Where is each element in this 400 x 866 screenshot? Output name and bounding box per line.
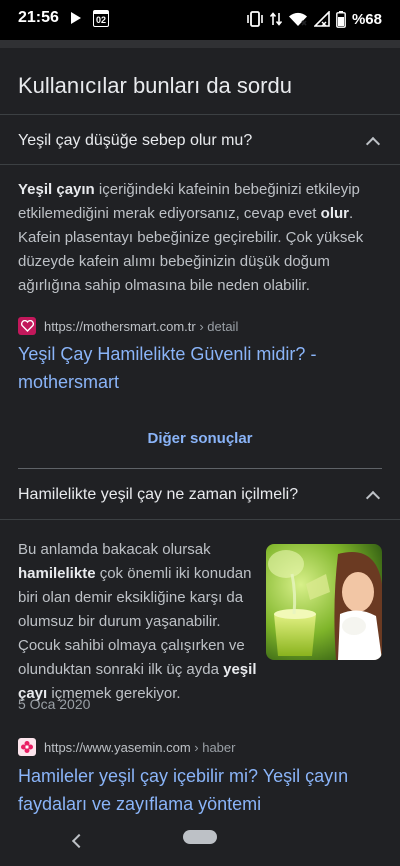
battery-icon xyxy=(336,10,346,28)
flower-favicon-icon xyxy=(18,738,36,756)
play-icon xyxy=(71,12,81,24)
result-link-1[interactable]: Yeşil Çay Hamilelikte Güvenli midir? - m… xyxy=(18,340,382,396)
source-1-crumb: › detail xyxy=(195,318,239,334)
question-1[interactable]: Yeşil çay düşüğe sebep olur mu? xyxy=(18,128,382,154)
answer-1-segment: Yeşil çayın xyxy=(18,181,95,198)
search-results-page: Kullanıcılar bunları da sordu Yeşil çay … xyxy=(0,40,400,826)
source-2-url: https://www.yasemin.com xyxy=(44,739,191,755)
calendar-icon: 02 xyxy=(93,10,109,27)
answer-1: Yeşil çayın içeriğindeki kafeinin bebeği… xyxy=(18,178,380,298)
question-2[interactable]: Hamilelikte yeşil çay ne zaman içilmeli? xyxy=(18,482,382,508)
chevron-up-icon[interactable] xyxy=(365,136,381,152)
navigation-bar xyxy=(0,826,400,866)
calendar-day: 02 xyxy=(95,15,106,25)
divider xyxy=(18,468,382,469)
question-2-text: Hamilelikte yeşil çay ne zaman içilmeli? xyxy=(18,486,299,503)
top-card-edge xyxy=(0,40,400,48)
source-2[interactable]: https://www.yasemin.com › haber xyxy=(18,737,235,757)
wifi-icon xyxy=(288,12,307,26)
source-1-url: https://mothersmart.com.tr xyxy=(44,318,196,334)
more-results-button[interactable]: Diğer sonuçlar xyxy=(0,430,400,447)
vibrate-icon xyxy=(247,11,263,27)
source-2-crumb: › haber xyxy=(190,739,236,755)
home-pill-icon[interactable] xyxy=(183,830,217,844)
answer-2-segment: Bu anlamda bakacak olursak xyxy=(18,541,211,558)
green-tea-thumbnail[interactable] xyxy=(266,544,382,660)
signal-icon xyxy=(313,11,330,27)
chevron-up-icon[interactable] xyxy=(365,490,381,506)
back-icon[interactable] xyxy=(71,833,87,849)
status-time: 21:56 xyxy=(18,9,59,26)
source-1[interactable]: https://mothersmart.com.tr › detail xyxy=(18,316,238,336)
answer-1-segment: olur xyxy=(320,205,349,222)
data-arrows-icon xyxy=(269,12,282,26)
question-1-text: Yeşil çay düşüğe sebep olur mu? xyxy=(18,132,253,149)
result-link-2[interactable]: Hamileler yeşil çay içebilir mi? Yeşil ç… xyxy=(18,762,382,818)
section-title: Kullanıcılar bunları da sordu xyxy=(18,73,292,98)
divider xyxy=(0,164,400,165)
answer-2-date: 5 Oca 2020 xyxy=(18,696,91,712)
divider xyxy=(0,519,400,520)
status-bar: 21:56 02 %68 xyxy=(0,0,400,40)
heart-favicon-icon xyxy=(18,317,36,335)
answer-2-segment: hamilelikte xyxy=(18,565,96,582)
battery-percent: %68 xyxy=(351,10,382,28)
status-icons: %68 xyxy=(246,9,382,29)
divider xyxy=(0,114,400,115)
